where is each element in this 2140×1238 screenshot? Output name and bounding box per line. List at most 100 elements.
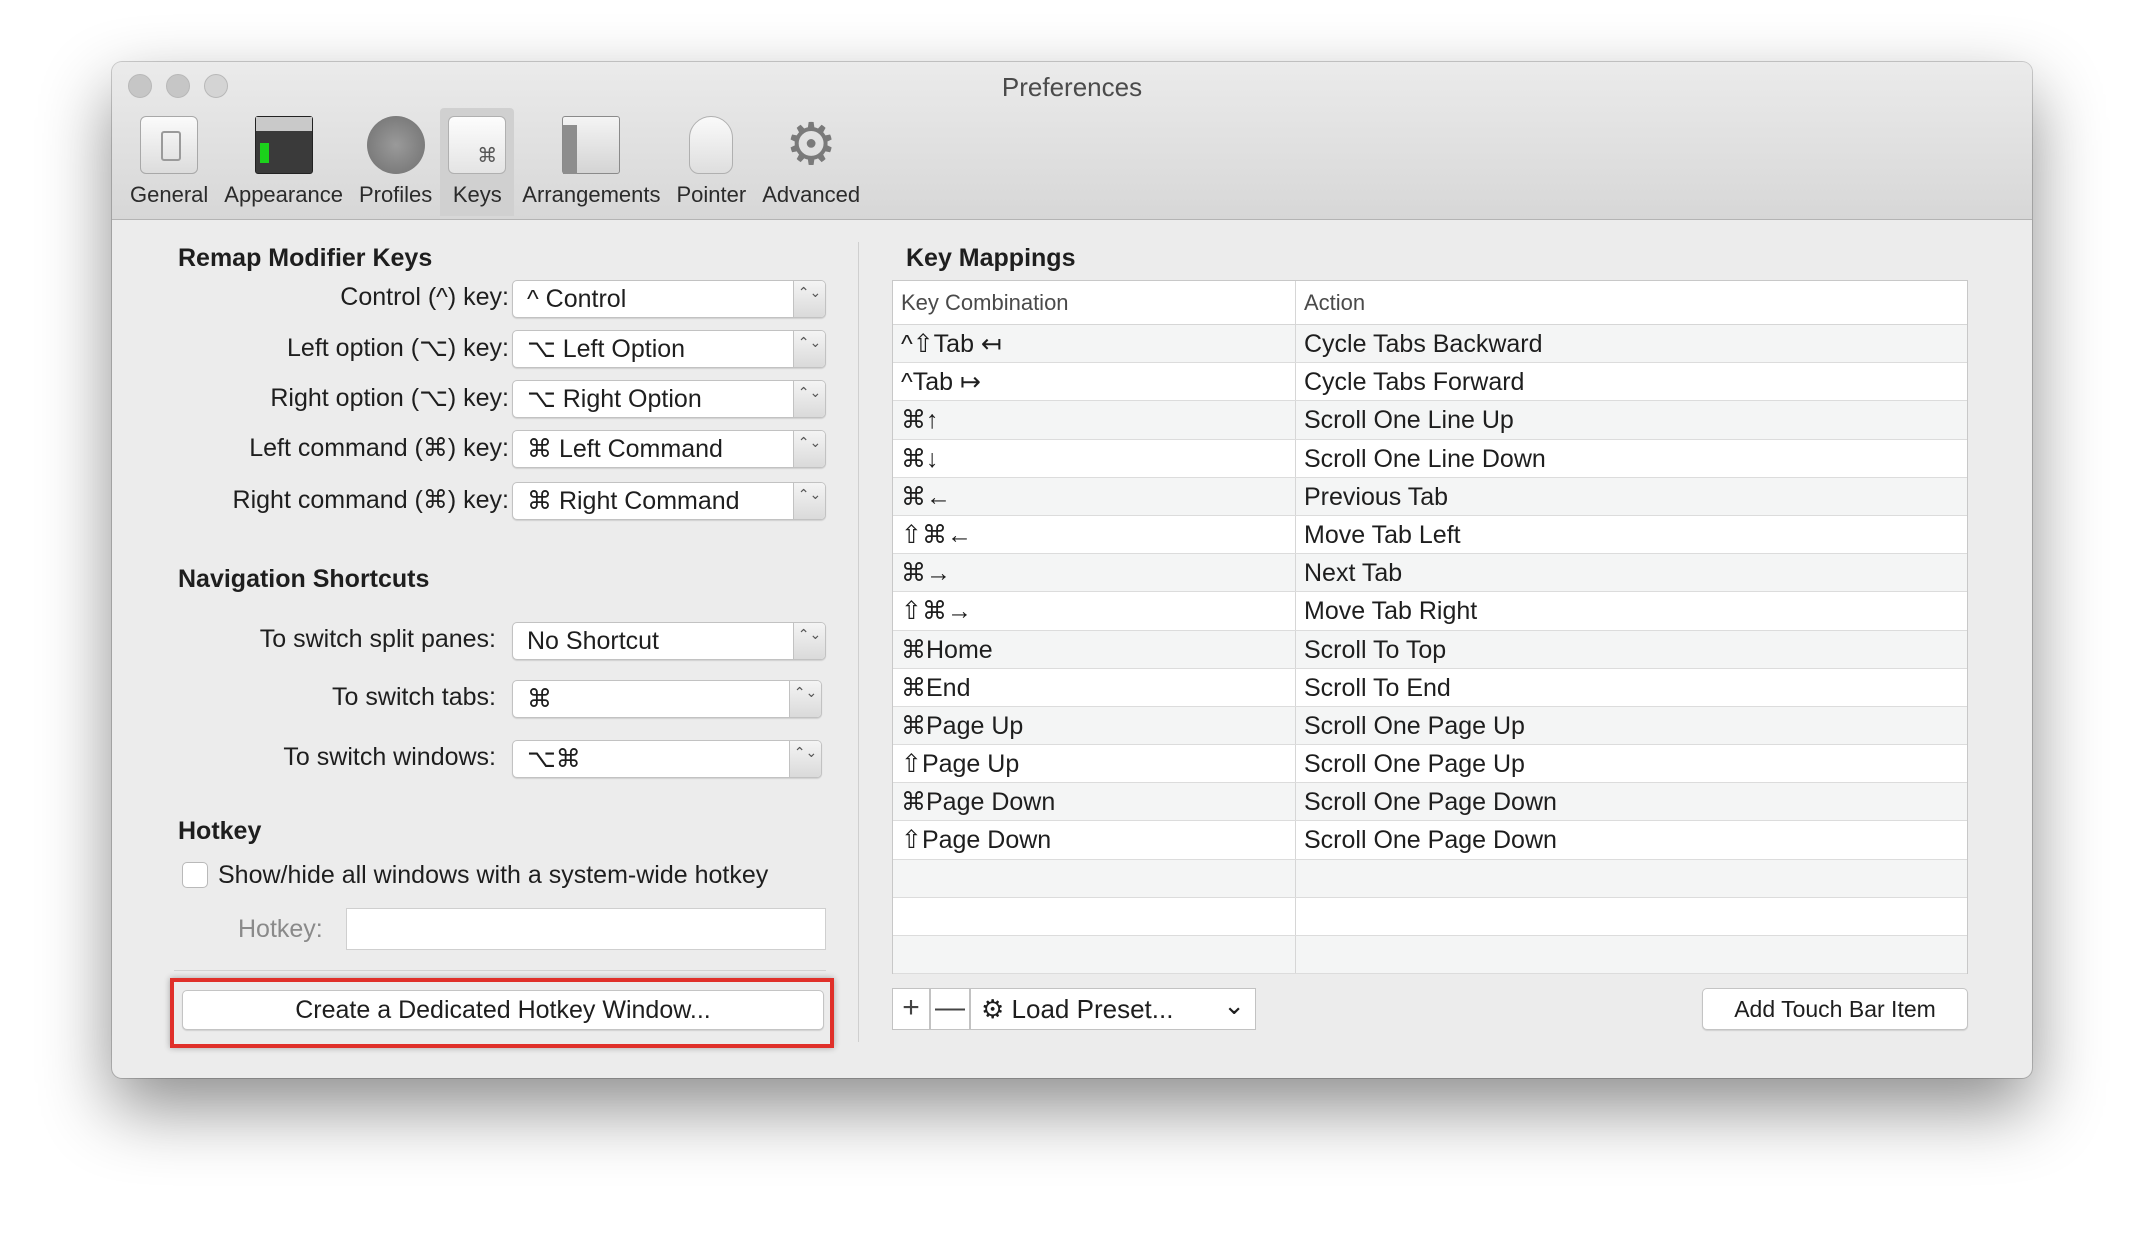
tab-profiles[interactable]: Profiles: [351, 108, 440, 216]
table-row[interactable]: ⌘↑ Scroll One Line Up: [893, 401, 1967, 440]
table-row[interactable]: ⌘↓ Scroll One Line Down: [893, 439, 1967, 478]
switch-panes-label: To switch split panes:: [259, 625, 496, 653]
action-cell: [1296, 936, 1967, 973]
switch-tabs-popup[interactable]: ⌘ ⌃⌄: [512, 680, 822, 718]
tab-appearance-label: Appearance: [224, 182, 343, 207]
system-hotkey-label: Show/hide all windows with a system-wide…: [218, 861, 769, 889]
switch-panes-value: No Shortcut: [527, 627, 660, 655]
tab-keys[interactable]: ⌘ Keys: [440, 108, 515, 216]
left-command-popup[interactable]: ⌘ Left Command ⌃⌄: [512, 430, 826, 468]
tab-pointer-label: Pointer: [676, 182, 747, 207]
table-row[interactable]: ⇧Page Down Scroll One Page Down: [893, 821, 1967, 860]
tab-general-label: General: [130, 182, 209, 207]
table-body: ^⇧Tab ↤ Cycle Tabs Backward ^Tab ↦ Cycle Ta…: [893, 325, 1967, 975]
key-combination-cell: ⇧⌘←: [893, 515, 1296, 554]
updown-chevron-icon: ⌃⌄: [789, 681, 821, 717]
key-combination-cell: ⌘Home: [893, 630, 1296, 668]
panel-divider: [858, 242, 859, 1042]
key-combination-cell: ^Tab ↦: [893, 363, 1296, 401]
add-mapping-button[interactable]: +: [892, 988, 930, 1030]
right-option-value: ⌥ Right Option: [527, 385, 702, 413]
preferences-window: Preferences General Appearance Profiles …: [112, 62, 2032, 1078]
action-cell: Previous Tab: [1304, 482, 1449, 511]
control-key-value: ^ Control: [527, 285, 627, 313]
key-mappings-title: Key Mappings: [906, 244, 1076, 272]
updown-chevron-icon: ⌃⌄: [793, 381, 825, 417]
column-header-key[interactable]: Key Combination: [893, 281, 1296, 324]
profiles-icon: [366, 116, 425, 174]
keys-icon: ⌘: [448, 116, 507, 174]
tab-pointer[interactable]: Pointer: [668, 108, 754, 216]
window-title: Preferences: [1001, 72, 1143, 102]
right-command-popup[interactable]: ⌘ Right Command ⌃⌄: [512, 482, 826, 520]
tab-advanced[interactable]: ⚙ Advanced: [754, 108, 868, 216]
column-header-action[interactable]: Action: [1296, 281, 1967, 324]
tab-arrangements-label: Arrangements: [522, 182, 661, 207]
action-cell: Scroll One Line Up: [1304, 406, 1514, 435]
switch-windows-label: To switch windows:: [283, 743, 496, 771]
table-row[interactable]: ⌘← Previous Tab: [893, 477, 1967, 516]
action-cell: Scroll One Page Up: [1304, 750, 1525, 779]
right-command-value: ⌘ Right Command: [527, 487, 740, 515]
remove-mapping-button[interactable]: —: [930, 988, 970, 1030]
tab-appearance[interactable]: Appearance: [216, 108, 351, 216]
action-cell: Scroll One Page Up: [1304, 711, 1525, 740]
key-combination-cell: ⇧⌘→: [893, 592, 1296, 630]
tab-keys-label: Keys: [452, 182, 502, 207]
key-combination-cell: ⌘Page Down: [893, 783, 1296, 821]
right-option-popup[interactable]: ⌥ Right Option ⌃⌄: [512, 380, 826, 418]
left-command-label: Left command (⌘) key:: [249, 434, 509, 462]
table-row[interactable]: ⌘End Scroll To End: [893, 668, 1967, 707]
action-cell: [1296, 860, 1967, 897]
key-combination-cell: ⌘↑: [893, 401, 1296, 439]
key-combination-cell: [893, 897, 1296, 935]
table-row[interactable]: [893, 936, 1967, 975]
title-toolbar: Preferences General Appearance Profiles …: [112, 62, 2032, 220]
updown-chevron-icon: ⌃⌄: [793, 331, 825, 367]
table-row[interactable]: ^Tab ↦ Cycle Tabs Forward: [893, 363, 1967, 402]
system-hotkey-checkbox[interactable]: [182, 862, 208, 888]
action-cell: Move Tab Left: [1304, 520, 1461, 549]
general-icon: [140, 116, 199, 174]
table-row[interactable]: ⌘Page Up Scroll One Page Up: [893, 706, 1967, 746]
table-row[interactable]: ⇧⌘→ Move Tab Right: [893, 592, 1967, 631]
key-mappings-table[interactable]: Key Combination Action ^⇧Tab ↤ Cycle Tabs…: [892, 280, 1968, 975]
table-row[interactable]: [893, 897, 1967, 936]
left-command-value: ⌘ Left Command: [527, 435, 723, 463]
hotkey-field[interactable]: [346, 908, 826, 950]
gear-icon: ⚙: [981, 994, 1005, 1024]
left-option-label: Left option (⌥) key:: [287, 334, 509, 362]
tab-general[interactable]: General: [122, 108, 216, 216]
table-row[interactable]: ⌘→ Next Tab: [893, 554, 1967, 593]
load-preset-label: Load Preset...: [1011, 994, 1174, 1024]
updown-chevron-icon: ⌃⌄: [793, 623, 825, 659]
create-hotkey-window-button[interactable]: Create a Dedicated Hotkey Window...: [182, 990, 824, 1030]
key-combination-cell: ^⇧Tab ↤: [893, 325, 1296, 363]
action-cell: Scroll To End: [1304, 673, 1451, 702]
tab-profiles-label: Profiles: [358, 182, 433, 207]
chevron-down-icon: ⌄: [1223, 990, 1245, 1020]
add-touch-bar-item-button[interactable]: Add Touch Bar Item: [1702, 988, 1968, 1030]
updown-chevron-icon: ⌃⌄: [793, 483, 825, 519]
action-cell: Scroll One Page Down: [1304, 788, 1557, 817]
control-key-popup[interactable]: ^ Control ⌃⌄: [512, 280, 826, 318]
key-combination-cell: [893, 859, 1296, 897]
table-row[interactable]: ⌘Page Down Scroll One Page Down: [893, 783, 1967, 822]
table-row[interactable]: ^⇧Tab ↤ Cycle Tabs Backward: [893, 325, 1967, 364]
switch-windows-popup[interactable]: ⌥⌘ ⌃⌄: [512, 740, 822, 778]
switch-panes-popup[interactable]: No Shortcut ⌃⌄: [512, 622, 826, 660]
table-row[interactable]: ⇧⌘← Move Tab Left: [893, 515, 1967, 555]
table-row[interactable]: ⌘Home Scroll To Top: [893, 630, 1967, 669]
table-row[interactable]: [893, 859, 1967, 898]
key-combination-cell: ⌘→: [893, 554, 1296, 592]
load-preset-popup[interactable]: ⚙ Load Preset... ⌄: [970, 988, 1256, 1030]
table-row[interactable]: ⇧Page Up Scroll One Page Up: [893, 745, 1967, 784]
switch-tabs-value: ⌘: [527, 685, 552, 713]
updown-chevron-icon: ⌃⌄: [789, 741, 821, 777]
tab-arrangements[interactable]: Arrangements: [514, 108, 668, 216]
switch-windows-value: ⌥⌘: [527, 745, 581, 773]
separator: [174, 970, 826, 971]
right-command-label: Right command (⌘) key:: [232, 486, 509, 514]
left-option-popup[interactable]: ⌥ Left Option ⌃⌄: [512, 330, 826, 368]
action-cell: Move Tab Right: [1304, 597, 1478, 626]
